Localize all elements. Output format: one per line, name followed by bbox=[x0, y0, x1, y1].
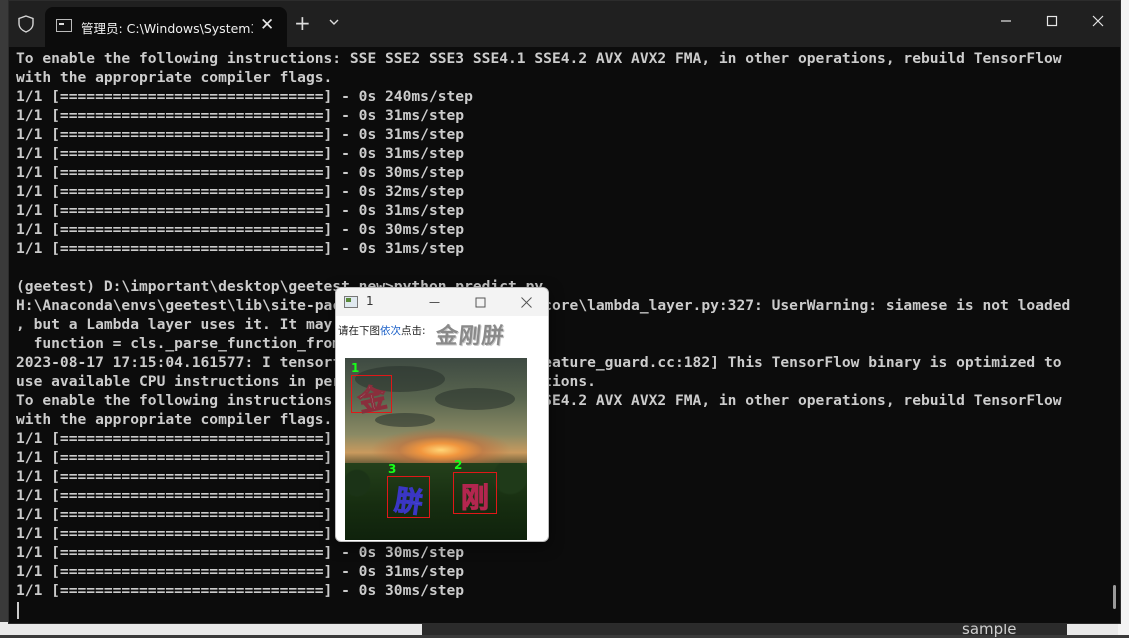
detection-label: 3 bbox=[388, 462, 397, 476]
minimize-icon bbox=[1001, 20, 1011, 22]
shield-icon bbox=[18, 15, 34, 33]
console-line: 1/1 [==============================] - 0… bbox=[16, 107, 465, 124]
console-line: 1/1 [==============================] - 0… bbox=[16, 563, 465, 580]
popup-titlebar[interactable]: 1 bbox=[336, 288, 548, 316]
tab-admin-cmd[interactable]: 管理员: C:\Windows\System32 ✕ bbox=[45, 7, 287, 47]
console-line: 1/1 [==============================] - 0… bbox=[16, 221, 465, 238]
scrollbar-thumb[interactable] bbox=[1113, 585, 1116, 609]
popup-maximize-button[interactable] bbox=[464, 290, 496, 314]
console-line: , but a Lambda layer uses it. It may cau… bbox=[16, 316, 456, 333]
maximize-icon bbox=[1046, 15, 1058, 27]
console-line: 1/1 [==============================] - 0… bbox=[16, 164, 465, 181]
terminal-window: 管理员: C:\Windows\System32 ✕ + To enable t… bbox=[8, 0, 1121, 624]
popup-minimize-button[interactable] bbox=[418, 290, 450, 314]
detection-label: 2 bbox=[454, 458, 463, 472]
prompt-text-highlight: 依次 bbox=[380, 325, 401, 337]
tree-line bbox=[345, 463, 527, 540]
minimize-button[interactable] bbox=[983, 1, 1029, 41]
console-line: To enable the following instructions: SS… bbox=[16, 50, 1062, 67]
detected-character: 刚 bbox=[460, 481, 489, 515]
cmd-icon bbox=[56, 19, 72, 32]
detected-character: 胼 bbox=[392, 483, 425, 521]
detection-box: 刚 bbox=[453, 472, 497, 515]
new-tab-icon[interactable]: + bbox=[294, 13, 311, 33]
popup-title: 1 bbox=[366, 294, 374, 308]
maximize-button[interactable] bbox=[1029, 1, 1075, 41]
detected-character: 金 bbox=[355, 380, 390, 419]
minimize-icon bbox=[429, 301, 439, 303]
captcha-prompt: 请在下图依次点击: bbox=[338, 323, 426, 338]
console-line: (geetest) D:\important\desktop\geetest_n… bbox=[16, 278, 544, 295]
console-line: with the appropriate compiler flags. bbox=[16, 411, 333, 428]
cloud-shape bbox=[435, 388, 515, 410]
console-line: 1/1 [==============================] - 0… bbox=[16, 202, 465, 219]
close-icon bbox=[520, 296, 532, 308]
console-output[interactable]: To enable the following instructions: SS… bbox=[16, 49, 1106, 619]
captcha-image[interactable]: 1 金 2 刚 3 胼 bbox=[345, 358, 527, 540]
console-line: 1/1 [==============================] - 0… bbox=[16, 582, 465, 599]
tab-title: 管理员: C:\Windows\System32 bbox=[81, 21, 253, 36]
console-line: 1/1 [==============================] - 0… bbox=[16, 487, 465, 504]
image-window-icon bbox=[344, 296, 358, 308]
console-line: function = cls._parse_function_from_conf… bbox=[16, 335, 412, 352]
maximize-icon bbox=[475, 297, 485, 307]
console-line: 1/1 [==============================] - 0… bbox=[16, 240, 465, 257]
console-line: 1/1 [==============================] - 0… bbox=[16, 126, 465, 143]
detection-box: 胼 bbox=[387, 476, 430, 520]
prompt-text-after: 点击: bbox=[401, 325, 426, 337]
prompt-text-before: 请在下图 bbox=[338, 325, 380, 337]
chevron-down-icon[interactable] bbox=[327, 15, 341, 29]
text-cursor bbox=[17, 602, 19, 619]
console-line: use available CPU instructions in perfor… bbox=[16, 373, 596, 390]
detection-label: 1 bbox=[351, 361, 360, 375]
close-icon bbox=[1092, 15, 1104, 27]
console-line: 1/1 [==============================] - 0… bbox=[16, 525, 465, 542]
console-line: 1/1 [==============================] - 0… bbox=[16, 88, 473, 105]
console-line: 1/1 [==============================] - 0… bbox=[16, 183, 465, 200]
console-line: 1/1 [==============================] - 0… bbox=[16, 449, 465, 466]
close-button[interactable] bbox=[1075, 1, 1121, 41]
console-line: H:\Anaconda\envs\geetest\lib\site-packag… bbox=[16, 297, 1071, 314]
target-characters-image: 金刚胼 bbox=[434, 323, 507, 349]
console-line: 1/1 [==============================] - 0… bbox=[16, 430, 473, 447]
detection-box: 金 bbox=[351, 375, 392, 419]
console-line: 1/1 [==============================] - 0… bbox=[16, 468, 465, 485]
captcha-result-window: 1 请在下图依次点击: 金刚胼 1 金 2 刚 3 胼 bbox=[335, 287, 549, 542]
close-tab-icon[interactable]: ✕ bbox=[260, 15, 274, 35]
console-line: with the appropriate compiler flags. bbox=[16, 69, 333, 86]
console-line: 1/1 [==============================] - 0… bbox=[16, 506, 465, 523]
terminal-titlebar[interactable]: 管理员: C:\Windows\System32 ✕ + bbox=[9, 1, 1120, 47]
console-line: To enable the following instructions: SS… bbox=[16, 392, 1062, 409]
console-line: 1/1 [==============================] - 0… bbox=[16, 145, 465, 162]
popup-close-button[interactable] bbox=[510, 290, 542, 314]
console-line: 1/1 [==============================] - 0… bbox=[16, 544, 465, 561]
console-line: 2023-08-17 17:15:04.161577: I tensorflow… bbox=[16, 354, 1062, 371]
